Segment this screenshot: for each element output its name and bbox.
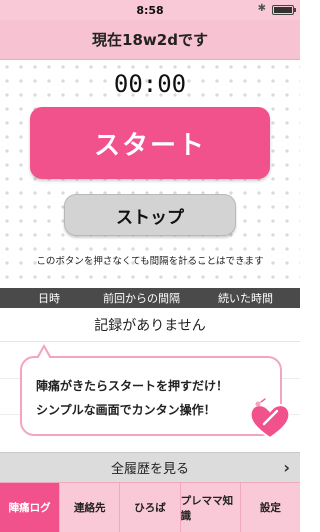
page-title: 現在18w2dです <box>0 20 300 60</box>
history-label: 全履歴を見る <box>110 462 189 477</box>
column-header-duration: 続いた時間 <box>218 292 273 305</box>
tip-line-1: 陣痛がきたらスタートを押すだけ！ <box>36 379 229 393</box>
empty-records-message: 記録がありません <box>0 308 300 342</box>
start-button[interactable]: スタート <box>30 107 270 179</box>
heart-icon <box>249 398 291 440</box>
tab-contacts[interactable]: 連絡先 <box>60 483 121 532</box>
battery-icon <box>272 5 296 15</box>
status-time: 8:58 <box>136 3 164 17</box>
tip-bubble: 陣痛がきたらスタートを押すだけ！ シンプルな画面でカンタン操作！ <box>20 344 282 436</box>
tip-line-2: シンプルな画面でカンタン操作！ <box>36 403 216 417</box>
bluetooth-icon: ✱ <box>257 3 266 14</box>
timer-display: 00:00 <box>113 70 187 98</box>
table-header: 日時 前回からの間隔 続いた時間 <box>0 288 300 308</box>
tab-premama-knowledge[interactable]: プレママ知識 <box>181 483 241 532</box>
view-all-history-button[interactable]: 全履歴を見る › <box>0 452 300 482</box>
chevron-right-icon: › <box>283 458 290 477</box>
status-bar: 8:58 ✱ <box>0 0 300 20</box>
column-header-interval: 前回からの間隔 <box>103 292 180 305</box>
tab-plaza[interactable]: ひろば <box>120 483 181 532</box>
tab-bar: 陣痛ログ 連絡先 ひろば プレママ知識 設定 <box>0 482 300 532</box>
tab-labor-log[interactable]: 陣痛ログ <box>0 483 61 532</box>
hint-text: このボタンを押さなくても間隔を計ることはできます <box>36 256 264 267</box>
column-header-datetime: 日時 <box>38 292 60 305</box>
stop-button[interactable]: ストップ <box>64 194 236 236</box>
tab-settings[interactable]: 設定 <box>241 483 300 532</box>
